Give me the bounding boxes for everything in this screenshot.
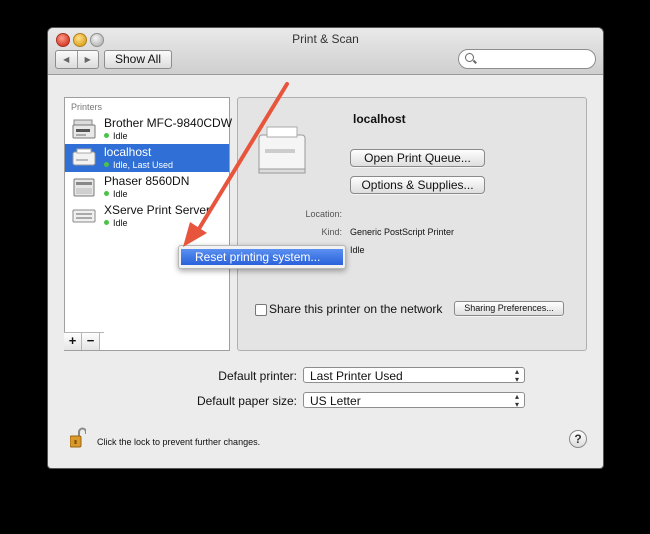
add-remove-control: + − [64,332,104,350]
printer-name: XServe Print Server [104,203,211,217]
default-paper-size-label: Default paper size: [196,394,297,408]
show-all-button[interactable]: Show All [104,50,172,69]
printer-name: Brother MFC-9840CDW [104,116,233,130]
remove-printer-button[interactable]: − [82,333,100,350]
printer-name: localhost [104,145,152,159]
reset-printing-system-menu-item[interactable]: Reset printing system... [181,249,343,265]
add-printer-button[interactable]: + [64,333,82,350]
location-label: Location: [305,209,342,219]
title-bar: Print & Scan ◀ ▶ Show All [48,28,603,75]
back-forward-control[interactable]: ◀ ▶ [55,50,99,69]
lock-icon[interactable] [70,427,86,448]
printer-name: Phaser 8560DN [104,174,190,188]
help-button[interactable]: ? [569,430,587,448]
printer-status: Idle, Last Used [113,160,174,170]
search-icon [465,53,474,62]
printer-item-phaser[interactable]: Phaser 8560DN Idle [65,173,229,201]
window-title: Print & Scan [292,32,359,46]
default-printer-value: Last Printer Used [310,369,403,383]
printer-item-brother[interactable]: Brother MFC-9840CDW Idle [65,115,233,143]
idle-status-dot [104,220,109,225]
lock-message: Click the lock to prevent further change… [97,437,261,447]
printer-status: Idle [113,218,128,228]
options-supplies-button[interactable]: Options & Supplies... [350,176,485,194]
kind-label: Kind: [321,227,342,237]
default-paper-size-value: US Letter [310,394,361,408]
printer-server-icon [72,209,96,223]
open-print-queue-button[interactable]: Open Print Queue... [350,149,485,167]
forward-arrow-icon[interactable]: ▶ [78,51,99,68]
printer-generic-icon [72,148,96,166]
printer-detail-panel: localhost Open Print Queue... Options & … [237,97,587,351]
back-arrow-icon[interactable]: ◀ [56,51,78,68]
printer-laser-icon [73,178,95,197]
printer-item-localhost[interactable]: localhost Idle, Last Used [65,144,229,172]
share-printer-checkbox[interactable] [255,304,267,316]
sharing-preferences-button[interactable]: Sharing Preferences... [454,301,564,316]
idle-status-dot [104,162,109,167]
search-field[interactable] [458,49,596,69]
idle-status-dot [104,191,109,196]
default-printer-select[interactable]: Last Printer Used ▴ ▾ [303,367,525,384]
share-printer-label: Share this printer on the network [269,302,443,316]
popup-arrows-icon: ▴ ▾ [514,367,519,384]
idle-status-dot [104,133,109,138]
default-paper-size-select[interactable]: US Letter ▴ ▾ [303,392,525,409]
status-value: Idle [350,245,365,255]
printer-list[interactable]: Printers Brother MFC-9840CDW Idle localh… [64,97,233,351]
selected-printer-name: localhost [353,112,406,126]
printers-header: Printers [71,102,103,112]
printer-large-icon [258,126,306,174]
default-printer-label: Default printer: [218,369,297,383]
printer-mfc-icon [72,119,96,139]
context-menu: Reset printing system... [178,245,346,269]
popup-arrows-icon: ▴ ▾ [514,392,519,409]
kind-value: Generic PostScript Printer [350,227,455,237]
printer-status: Idle [113,131,128,141]
printer-item-xserve[interactable]: XServe Print Server Idle [65,202,229,230]
printer-status: Idle [113,189,128,199]
